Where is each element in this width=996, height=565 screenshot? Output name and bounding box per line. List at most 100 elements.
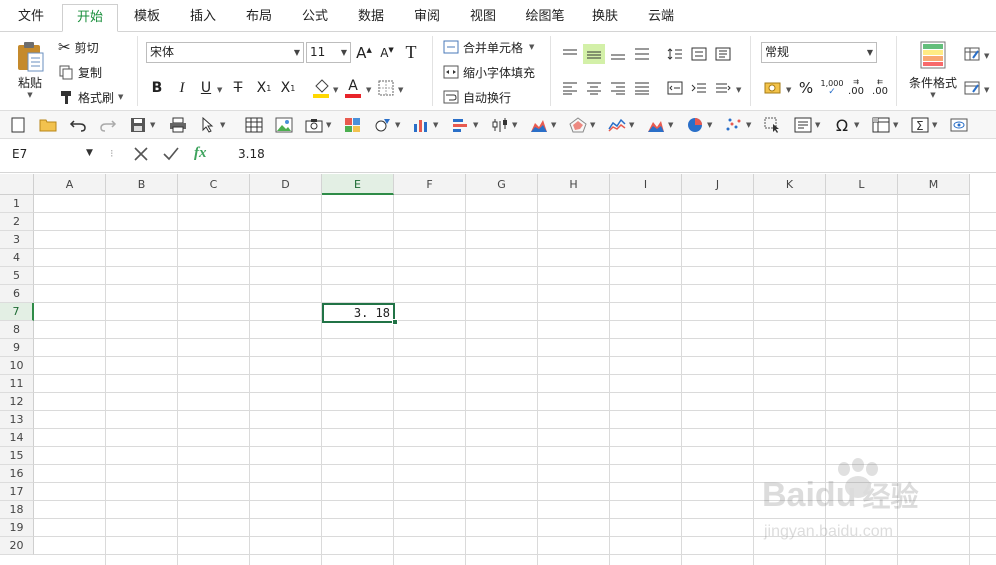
orientation-button[interactable] — [713, 78, 733, 98]
decrease-decimal-button[interactable]: ⇇ .00 — [870, 78, 890, 98]
font-name-select[interactable]: 宋体 ▼ — [146, 42, 304, 63]
tab-file[interactable]: 文件 — [6, 4, 56, 32]
radar-chart-button[interactable] — [568, 115, 588, 135]
tab-template[interactable]: 模板 — [122, 4, 172, 32]
align-top-button[interactable] — [559, 44, 581, 64]
increase-indent-button[interactable] — [689, 78, 709, 98]
decrease-indent-button[interactable] — [665, 78, 685, 98]
tab-home[interactable]: 开始 — [62, 4, 118, 32]
pie-chart-button[interactable] — [685, 115, 705, 135]
freeze-panes-button[interactable] — [871, 115, 891, 135]
image-button[interactable] — [274, 115, 294, 135]
fill-color-button[interactable] — [311, 77, 331, 99]
align-right-button[interactable] — [607, 78, 629, 98]
insert-function-button[interactable]: fx — [194, 145, 207, 162]
area-pie-chart-button[interactable] — [529, 115, 549, 135]
font-size-select[interactable]: 11 ▼ — [306, 42, 351, 63]
distribute-button[interactable] — [689, 44, 709, 64]
row-header[interactable]: 7 — [0, 303, 34, 321]
justify-vertical-button[interactable] — [631, 44, 653, 64]
row-header[interactable]: 11 — [0, 375, 34, 393]
shrink-to-fit-button[interactable]: 缩小字体填充 — [443, 63, 535, 81]
shapes-button[interactable] — [343, 115, 363, 135]
text-box-button[interactable] — [713, 44, 733, 64]
column-header[interactable]: C — [178, 174, 250, 195]
tab-formula[interactable]: 公式 — [290, 4, 340, 32]
column-header[interactable]: A — [34, 174, 106, 195]
redo-button[interactable] — [98, 115, 118, 135]
symbol-button[interactable]: Ω — [832, 115, 852, 135]
fill-handle[interactable] — [392, 319, 398, 325]
print-button[interactable] — [168, 115, 188, 135]
align-center-button[interactable] — [583, 78, 605, 98]
row-header[interactable]: 6 — [0, 285, 34, 303]
cancel-button[interactable] — [132, 145, 152, 165]
subscript-button[interactable]: X1 — [253, 78, 275, 98]
row-header[interactable]: 8 — [0, 321, 34, 339]
wrap-text-button[interactable]: 自动换行 — [443, 88, 511, 106]
screenshot-button[interactable] — [304, 115, 324, 135]
line-spacing-button[interactable] — [665, 44, 685, 64]
row-header[interactable]: 1 — [0, 195, 34, 213]
tab-review[interactable]: 审阅 — [402, 4, 452, 32]
undo-button[interactable] — [68, 115, 88, 135]
table-style-button[interactable] — [962, 44, 982, 64]
row-header[interactable]: 2 — [0, 213, 34, 231]
open-button[interactable] — [38, 115, 58, 135]
italic-button[interactable]: I — [173, 78, 191, 98]
row-header[interactable]: 13 — [0, 411, 34, 429]
align-left-button[interactable] — [559, 78, 581, 98]
column-header[interactable]: L — [826, 174, 898, 195]
copy-button[interactable]: 复制 — [58, 63, 102, 81]
increase-decimal-button[interactable]: ⇉ .00 — [846, 78, 866, 98]
percent-button[interactable]: % — [796, 78, 816, 98]
strikethrough-button[interactable]: T — [229, 78, 247, 98]
column-header[interactable]: E — [322, 174, 394, 195]
tab-insert[interactable]: 插入 — [178, 4, 228, 32]
underline-button[interactable]: U — [197, 78, 215, 98]
cell-style-button[interactable] — [962, 78, 982, 98]
name-box[interactable]: E7 — [12, 147, 27, 161]
column-header[interactable]: K — [754, 174, 826, 195]
tab-view[interactable]: 视图 — [458, 4, 508, 32]
column-header[interactable]: H — [538, 174, 610, 195]
row-header[interactable]: 15 — [0, 447, 34, 465]
row-header[interactable]: 19 — [0, 519, 34, 537]
tab-skin[interactable]: 换肤 — [580, 4, 630, 32]
enter-button[interactable] — [162, 145, 182, 165]
row-header[interactable]: 20 — [0, 537, 34, 555]
new-button[interactable] — [8, 115, 28, 135]
row-header[interactable]: 16 — [0, 465, 34, 483]
select-all-corner[interactable] — [0, 174, 34, 195]
column-header[interactable]: B — [106, 174, 178, 195]
sum-button[interactable]: Σ — [910, 115, 930, 135]
thousands-separator-button[interactable]: 1,000 ✓ — [820, 76, 844, 98]
row-header[interactable]: 5 — [0, 267, 34, 285]
currency-button[interactable] — [762, 78, 784, 98]
format-painter-button[interactable]: 格式刷 ▼ — [58, 88, 123, 106]
increase-font-button[interactable]: A▲ — [355, 44, 373, 62]
formula-input[interactable]: 3.18 — [238, 147, 265, 161]
table-button[interactable] — [244, 115, 264, 135]
select-button[interactable] — [198, 115, 218, 135]
font-color-button[interactable]: A — [343, 77, 363, 99]
row-header[interactable]: 12 — [0, 393, 34, 411]
cut-button[interactable]: ✂ 剪切 — [58, 38, 99, 56]
bold-button[interactable]: B — [148, 78, 166, 98]
decrease-font-button[interactable]: A▼ — [378, 44, 396, 62]
row-header[interactable]: 14 — [0, 429, 34, 447]
column-header[interactable]: M — [898, 174, 970, 195]
chevron-down-icon[interactable]: ▼ — [86, 148, 93, 158]
select-region-button[interactable] — [763, 115, 783, 135]
tab-drawing-pen[interactable]: 绘图笔 — [516, 4, 574, 32]
column-header[interactable]: I — [610, 174, 682, 195]
text-box-insert-button[interactable] — [793, 115, 813, 135]
tab-cloud[interactable]: 云端 — [636, 4, 686, 32]
insert-shape-button[interactable] — [373, 115, 393, 135]
row-header[interactable]: 18 — [0, 501, 34, 519]
tab-data[interactable]: 数据 — [346, 4, 396, 32]
column-header[interactable]: J — [682, 174, 754, 195]
column-header[interactable]: D — [250, 174, 322, 195]
row-header[interactable]: 3 — [0, 231, 34, 249]
align-bottom-button[interactable] — [607, 44, 629, 64]
